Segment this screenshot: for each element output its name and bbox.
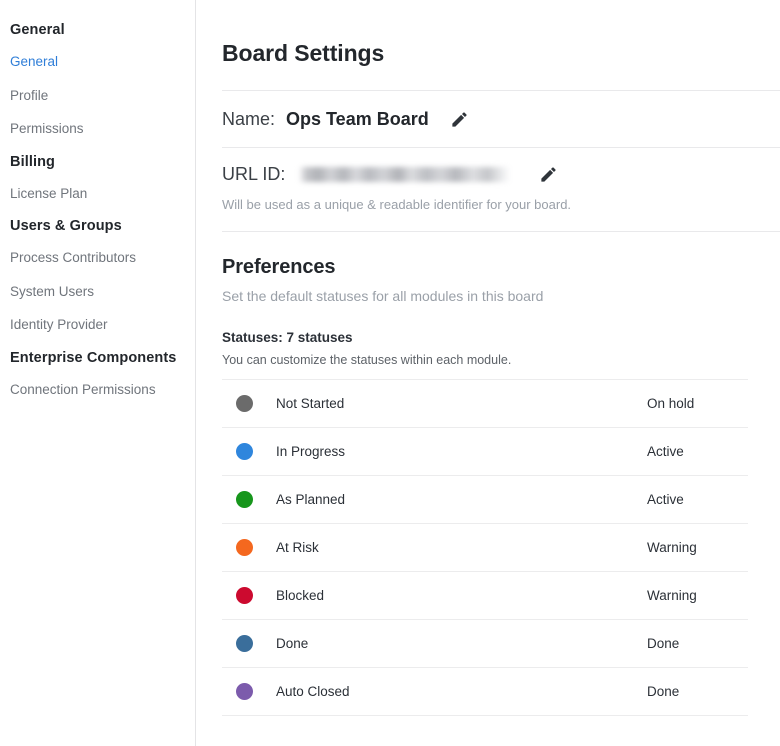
name-value: Ops Team Board [286, 108, 429, 129]
statuses-note: You can customize the statuses within ea… [222, 353, 512, 367]
page-title: Board Settings [222, 40, 385, 66]
pencil-icon[interactable] [449, 108, 471, 130]
statuses-heading: Statuses: 7 statuses [222, 330, 353, 345]
sidebar-item-connection-permissions[interactable]: Connection Permissions [0, 373, 195, 407]
status-row[interactable]: As Planned Active [222, 476, 748, 524]
status-kind: Done [647, 636, 680, 651]
url-id-value-redacted [299, 166, 512, 182]
status-kind: Warning [647, 540, 697, 555]
status-name: Done [276, 636, 309, 651]
name-label: Name: [222, 108, 276, 129]
url-id-hint: Will be used as a unique & readable iden… [222, 197, 572, 212]
url-id-label: URL ID: [222, 163, 286, 184]
pencil-icon[interactable] [537, 163, 559, 185]
status-kind: Active [647, 492, 684, 507]
status-kind: Active [647, 444, 684, 459]
sidebar-group-title: Enterprise Components [10, 349, 177, 366]
status-row[interactable]: In Progress Active [222, 428, 748, 476]
sidebar-item-general[interactable]: General [0, 45, 195, 79]
status-name: As Planned [276, 492, 346, 507]
status-kind: On hold [647, 396, 695, 411]
status-color-dot [236, 491, 253, 508]
status-color-dot [236, 539, 253, 556]
status-row[interactable]: Blocked Warning [222, 572, 748, 620]
status-color-dot [236, 443, 253, 460]
status-color-dot [236, 683, 253, 700]
sidebar-item-identity-provider[interactable]: Identity Provider [0, 308, 195, 342]
preferences-title: Preferences [222, 256, 336, 278]
sidebar-item-system-users[interactable]: System Users [0, 275, 195, 309]
divider [222, 231, 780, 232]
sidebar-item-permissions[interactable]: Permissions [0, 112, 195, 146]
status-kind: Warning [647, 588, 697, 603]
status-name: At Risk [276, 540, 319, 555]
sidebar-item-process-contributors[interactable]: Process Contributors [0, 241, 195, 275]
settings-page: General General Profile Permissions Billing L… [0, 0, 780, 746]
sidebar-nav-list: General General Profile Permissions Billing L… [0, 14, 195, 406]
status-name: Blocked [276, 588, 325, 603]
status-color-dot [236, 635, 253, 652]
status-name: Auto Closed [276, 684, 350, 699]
sidebar-item-profile[interactable]: Profile [0, 79, 195, 113]
preferences-subtitle: Set the default statuses for all modules… [222, 288, 544, 304]
status-color-dot [236, 587, 253, 604]
sidebar-group-title: General [10, 22, 65, 38]
sidebar-group-title: Billing [10, 153, 55, 170]
name-field-row: Name: Ops Team Board [222, 91, 780, 147]
status-color-dot [236, 395, 253, 412]
sidebar-item-license-plan[interactable]: License Plan [0, 177, 195, 211]
status-row[interactable]: Done Done [222, 620, 748, 668]
url-id-field-row: URL ID: [222, 148, 780, 200]
main-content: Board Settings Name: Ops Team Board URL … [196, 0, 780, 746]
status-name: In Progress [276, 444, 346, 459]
status-kind: Done [647, 684, 680, 699]
status-row[interactable]: At Risk Warning [222, 524, 748, 572]
status-row[interactable]: Auto Closed Done [222, 668, 748, 716]
statuses-table: Not Started On hold In Progress Active As Pl… [222, 379, 748, 716]
sidebar-group-title: Users & Groups [10, 218, 122, 235]
sidebar: General General Profile Permissions Billing L… [0, 0, 196, 746]
status-row[interactable]: Not Started On hold [222, 380, 748, 428]
status-name: Not Started [276, 396, 345, 411]
